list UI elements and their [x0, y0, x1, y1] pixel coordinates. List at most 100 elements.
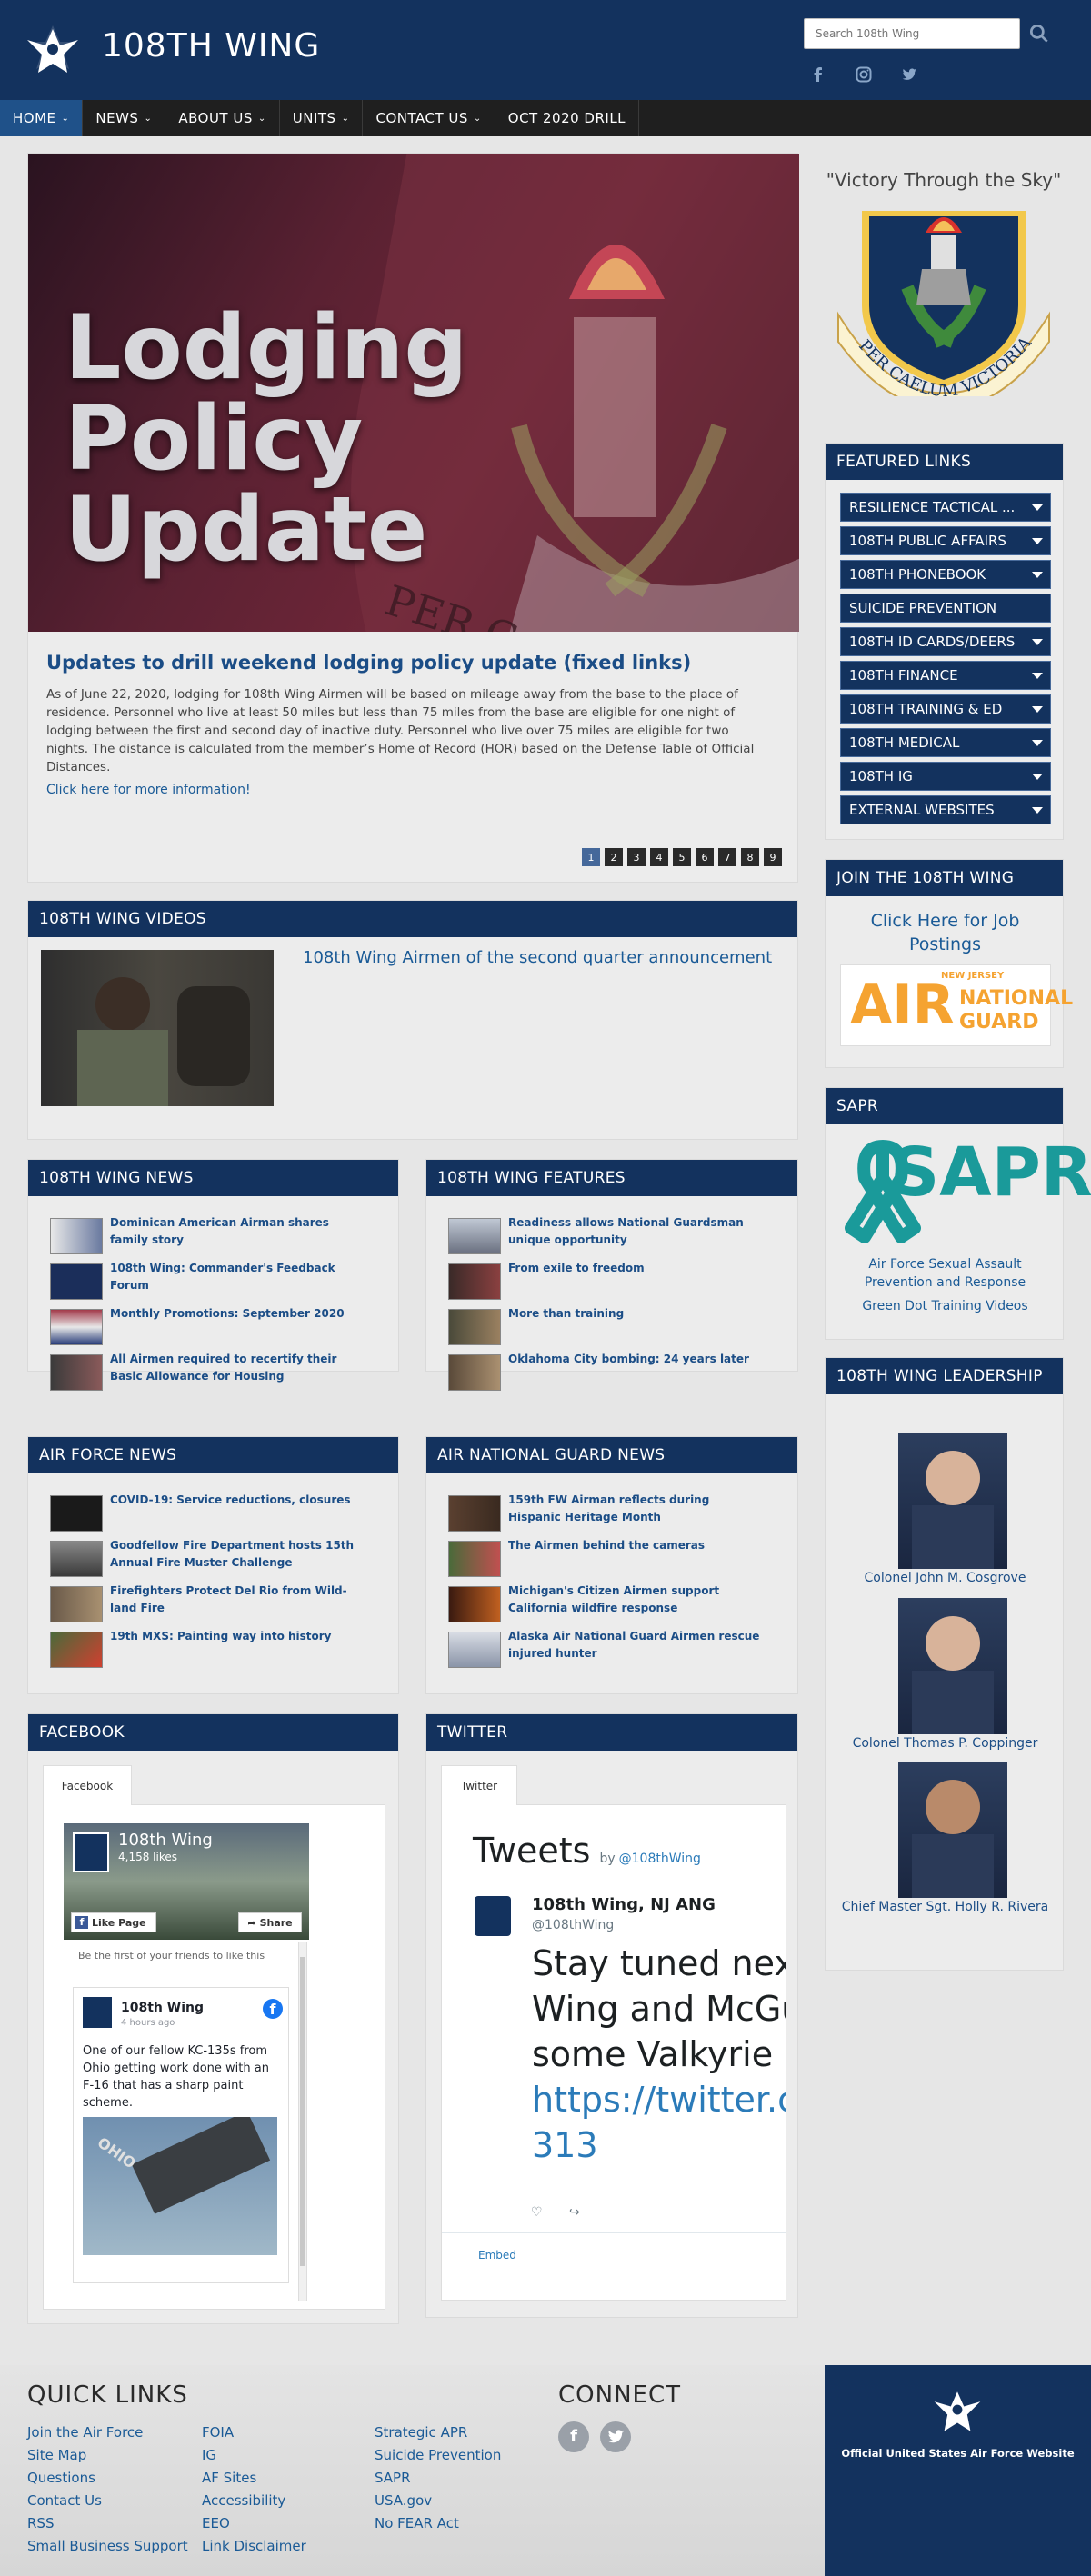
- af-news-item-title[interactable]: Goodfellow Fire Department hosts 15th An…: [110, 1537, 365, 1586]
- hero-image[interactable]: PER C Lodging Policy Update: [28, 154, 799, 632]
- nav-units[interactable]: UNITS ⌄: [280, 100, 364, 136]
- site-title[interactable]: 108TH WING: [102, 27, 320, 65]
- nav-home[interactable]: HOME ⌄: [0, 100, 84, 136]
- news-item[interactable]: 108th Wing: Commander's Feedback Forum: [50, 1260, 405, 1309]
- heart-icon[interactable]: ♡: [531, 2205, 543, 2220]
- tweet-avatar[interactable]: [475, 1896, 511, 1936]
- featured-link-id-cards[interactable]: 108TH ID CARDS/DEERS: [840, 627, 1051, 656]
- feature-item-title[interactable]: Oklahoma City bombing: 24 years later: [508, 1351, 763, 1400]
- footer-link[interactable]: No FEAR Act: [375, 2515, 459, 2531]
- ang-news-item[interactable]: Michigan's Citizen Airmen support Califo…: [448, 1584, 803, 1632]
- pager-page-8[interactable]: 8: [741, 848, 759, 866]
- featured-link-suicide-prevention[interactable]: SUICIDE PREVENTION: [840, 594, 1051, 623]
- tweet-link-1[interactable]: https://twitter.c: [532, 2080, 786, 2120]
- af-news-item-title[interactable]: Firefighters Protect Del Rio from Wild-l…: [110, 1583, 365, 1632]
- tweet-account-handle[interactable]: @108thWing: [532, 1918, 614, 1932]
- footer-link[interactable]: Questions: [27, 2470, 95, 2486]
- facebook-icon[interactable]: [809, 65, 827, 84]
- ang-news-item-title[interactable]: Alaska Air National Guard Airmen rescue …: [508, 1628, 763, 1677]
- af-news-item[interactable]: COVID-19: Service reductions, closures: [50, 1492, 405, 1541]
- search-input[interactable]: [804, 18, 1020, 49]
- af-news-item[interactable]: 19th MXS: Painting way into history: [50, 1630, 405, 1677]
- pager-page-1[interactable]: 1: [582, 848, 600, 866]
- tweets-handle-link[interactable]: @108thWing: [619, 1852, 701, 1866]
- news-item[interactable]: Dominican American Airman shares family …: [50, 1216, 405, 1263]
- pager-page-5[interactable]: 5: [673, 848, 691, 866]
- tweet-link-2[interactable]: 313: [532, 2125, 598, 2165]
- leader-name-2[interactable]: Colonel Thomas P. Coppinger: [826, 1736, 1065, 1751]
- feature-item-title[interactable]: From exile to freedom: [508, 1260, 763, 1309]
- nav-about-us[interactable]: ABOUT US ⌄: [165, 100, 280, 136]
- feature-item-title[interactable]: Readiness allows National Guardsman uniq…: [508, 1214, 763, 1263]
- video-thumbnail[interactable]: [41, 950, 274, 1106]
- footer-link[interactable]: Suicide Prevention: [375, 2447, 501, 2463]
- twitter-embed-link[interactable]: Embed: [478, 2249, 516, 2261]
- af-news-item[interactable]: Firefighters Protect Del Rio from Wild-l…: [50, 1583, 405, 1632]
- feature-item[interactable]: From exile to freedom: [448, 1260, 803, 1309]
- leader-name-3[interactable]: Chief Master Sgt. Holly R. Rivera: [826, 1900, 1065, 1914]
- facebook-scrollbar[interactable]: [298, 1942, 307, 2301]
- featured-link-finance[interactable]: 108TH FINANCE: [840, 661, 1051, 690]
- featured-link-phonebook[interactable]: 108TH PHONEBOOK: [840, 560, 1051, 589]
- footer-link[interactable]: EEO: [202, 2515, 230, 2531]
- nav-oct-drill[interactable]: OCT 2020 DRILL: [495, 100, 640, 136]
- leader-photo-3[interactable]: [898, 1762, 1007, 1898]
- feature-item-title[interactable]: More than training: [508, 1305, 763, 1354]
- footer-link[interactable]: Strategic APR: [375, 2424, 467, 2441]
- news-item[interactable]: Monthly Promotions: September 2020: [50, 1307, 405, 1354]
- featured-link-medical[interactable]: 108TH MEDICAL: [840, 728, 1051, 757]
- twitter-tab[interactable]: Twitter: [441, 1765, 517, 1805]
- feature-item[interactable]: Oklahoma City bombing: 24 years later: [448, 1351, 803, 1400]
- af-news-item-title[interactable]: COVID-19: Service reductions, closures: [110, 1492, 365, 1541]
- hero-more-link[interactable]: Click here for more information!: [46, 783, 251, 797]
- news-item-title[interactable]: All Airmen required to recertify their B…: [110, 1351, 365, 1400]
- news-item-title[interactable]: 108th Wing: Commander's Feedback Forum: [110, 1260, 365, 1309]
- pager-page-7[interactable]: 7: [718, 848, 736, 866]
- facebook-page-name[interactable]: 108th Wing: [118, 1831, 213, 1850]
- pager-page-6[interactable]: 6: [696, 848, 714, 866]
- featured-link-resilience[interactable]: RESILIENCE TACTICAL ...: [840, 493, 1051, 522]
- pager-page-4[interactable]: 4: [650, 848, 668, 866]
- pager-page-9[interactable]: 9: [764, 848, 782, 866]
- ang-news-item[interactable]: 159th FW Airman reflects during Hispanic…: [448, 1493, 803, 1541]
- twitter-icon[interactable]: [900, 65, 918, 84]
- instagram-icon[interactable]: [855, 65, 873, 84]
- ang-news-item[interactable]: Alaska Air National Guard Airmen rescue …: [448, 1630, 803, 1677]
- footer-link[interactable]: IG: [202, 2447, 216, 2463]
- af-news-item-title[interactable]: 19th MXS: Painting way into history: [110, 1628, 365, 1677]
- featured-link-ig[interactable]: 108TH IG: [840, 762, 1051, 791]
- footer-link[interactable]: AF Sites: [202, 2470, 256, 2486]
- ang-news-item-title[interactable]: The Airmen behind the cameras: [508, 1537, 763, 1586]
- footer-link[interactable]: Join the Air Force: [27, 2424, 143, 2441]
- facebook-tab[interactable]: Facebook: [43, 1765, 132, 1805]
- pager-page-3[interactable]: 3: [627, 848, 646, 866]
- tweet-account-name[interactable]: 108th Wing, NJ ANG: [532, 1895, 716, 1914]
- post-time[interactable]: 4 hours ago: [121, 2018, 175, 2028]
- hero-headline[interactable]: Updates to drill weekend lodging policy …: [46, 652, 691, 674]
- feature-item[interactable]: Readiness allows National Guardsman uniq…: [448, 1216, 803, 1263]
- footer-link[interactable]: SAPR: [375, 2470, 411, 2486]
- green-dot-link[interactable]: Green Dot Training Videos: [826, 1299, 1065, 1313]
- featured-link-public-affairs[interactable]: 108TH PUBLIC AFFAIRS: [840, 526, 1051, 555]
- af-news-item[interactable]: Goodfellow Fire Department hosts 15th An…: [50, 1539, 405, 1586]
- facebook-cover[interactable]: 108th Wing 4,158 likes f Like Page ➦ Shar…: [64, 1823, 309, 1940]
- footer-link[interactable]: Contact Us: [27, 2492, 102, 2509]
- nav-contact-us[interactable]: CONTACT US ⌄: [363, 100, 495, 136]
- video-title-link[interactable]: 108th Wing Airmen of the second quarter …: [303, 948, 772, 967]
- featured-link-training[interactable]: 108TH TRAINING & ED: [840, 694, 1051, 724]
- featured-link-external[interactable]: EXTERNAL WEBSITES: [840, 795, 1051, 824]
- pager-page-2[interactable]: 2: [605, 848, 623, 866]
- news-item-title[interactable]: Monthly Promotions: September 2020: [110, 1305, 365, 1354]
- air-force-logo[interactable]: [27, 22, 78, 78]
- news-item-title[interactable]: Dominican American Airman shares family …: [110, 1214, 365, 1263]
- official-af-panel[interactable]: Official United States Air Force Website: [825, 2365, 1091, 2576]
- footer-link[interactable]: Site Map: [27, 2447, 86, 2463]
- share-icon[interactable]: ↪: [569, 2205, 580, 2220]
- search-icon[interactable]: [1027, 22, 1051, 45]
- post-image[interactable]: OHIO: [83, 2117, 277, 2255]
- footer-link[interactable]: FOIA: [202, 2424, 234, 2441]
- job-postings-link[interactable]: Click Here for Job Postings: [853, 909, 1037, 956]
- leader-photo-1[interactable]: [898, 1433, 1007, 1569]
- feature-item[interactable]: More than training: [448, 1307, 803, 1354]
- nav-news[interactable]: NEWS ⌄: [83, 100, 166, 136]
